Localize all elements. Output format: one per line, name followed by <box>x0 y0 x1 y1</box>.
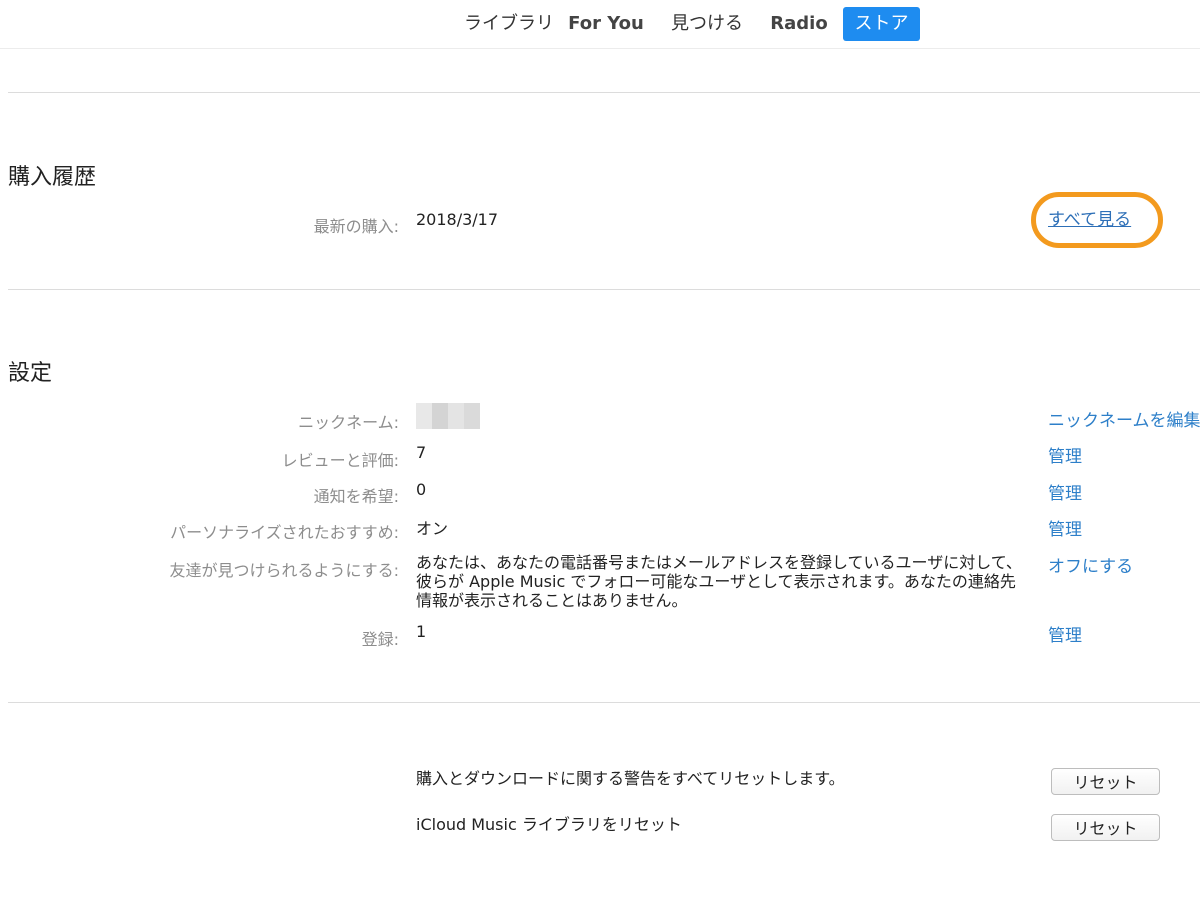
settings-heading: 設定 <box>8 361 53 386</box>
see-all-link[interactable]: すべて見る <box>1048 205 1131 230</box>
manage-reviews-link[interactable]: 管理 <box>1048 442 1082 467</box>
tab-store[interactable]: ストア <box>843 7 920 41</box>
reset-warnings-text: 購入とダウンロードに関する警告をすべてリセットします。 <box>416 769 845 788</box>
top-navigation: ライブラリ For You 見つける Radio ストア <box>0 0 1200 49</box>
nickname-label: ニックネーム: <box>298 413 399 432</box>
friends-discover-description: あなたは、あなたの電話番号またはメールアドレスを登録しているユーザに対して、彼ら… <box>416 553 1022 610</box>
turn-off-link[interactable]: オフにする <box>1048 552 1133 577</box>
friends-discover-label: 友達が見つけられるようにする: <box>169 561 399 580</box>
tab-browse[interactable]: 見つける <box>670 7 744 41</box>
reset-icloud-library-button[interactable]: リセット <box>1051 814 1160 841</box>
reviews-ratings-value: 7 <box>416 443 427 462</box>
manage-notifications-link[interactable]: 管理 <box>1048 479 1082 504</box>
store-account-page: ライブラリ For You 見つける Radio ストア 購入履歴 最新の購入:… <box>0 0 1200 899</box>
purchase-history-heading: 購入履歴 <box>8 165 97 190</box>
notifications-value: 0 <box>416 480 427 499</box>
subscriptions-label: 登録: <box>361 630 399 649</box>
personalized-recs-label: パーソナライズされたおすすめ: <box>170 523 399 542</box>
manage-recs-link[interactable]: 管理 <box>1048 515 1082 540</box>
manage-subscriptions-link[interactable]: 管理 <box>1048 621 1082 646</box>
reset-icloud-library-text: iCloud Music ライブラリをリセット <box>416 815 682 834</box>
subscriptions-value: 1 <box>416 622 427 641</box>
personalized-recs-value: オン <box>416 519 449 538</box>
notifications-label: 通知を希望: <box>313 487 399 506</box>
nickname-blurred-value <box>416 403 480 429</box>
reset-warnings-button[interactable]: リセット <box>1051 768 1160 795</box>
section-divider <box>8 289 1200 290</box>
tab-for-you[interactable]: For You <box>568 7 644 41</box>
section-divider <box>8 702 1200 703</box>
section-divider <box>8 92 1200 93</box>
tab-library[interactable]: ライブラリ <box>464 7 554 41</box>
edit-nickname-link[interactable]: ニックネームを編集 <box>1048 406 1200 431</box>
reviews-ratings-label: レビューと評価: <box>281 451 399 470</box>
latest-purchase-label: 最新の購入: <box>313 217 399 236</box>
tab-radio[interactable]: Radio <box>770 7 828 41</box>
latest-purchase-value: 2018/3/17 <box>416 210 499 229</box>
